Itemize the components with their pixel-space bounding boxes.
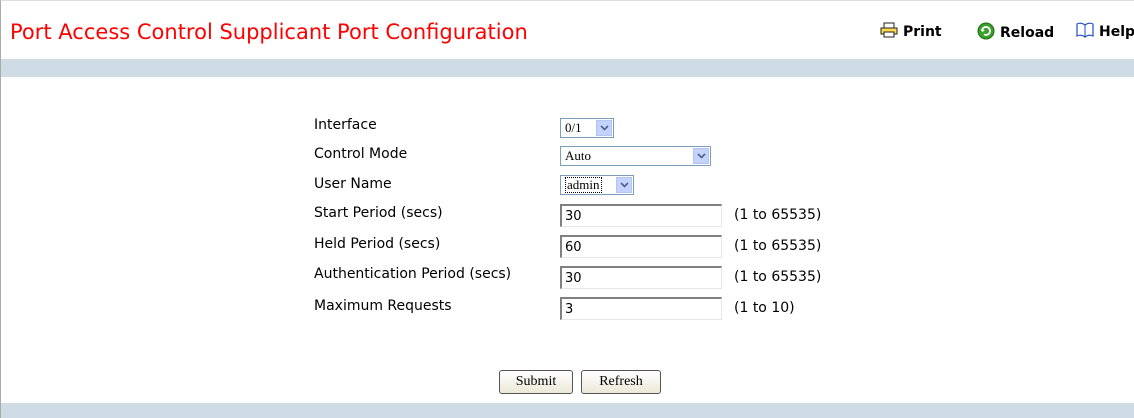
page-title: Port Access Control Supplicant Port Conf… [10, 20, 528, 44]
chevron-down-icon [616, 177, 632, 193]
auth-period-label: Authentication Period (secs) [314, 266, 512, 282]
user-name-label: User Name [314, 176, 392, 192]
reload-icon [977, 22, 995, 44]
auth-period-range: (1 to 65535) [734, 269, 822, 285]
held-period-range: (1 to 65535) [734, 238, 822, 254]
start-period-label: Start Period (secs) [314, 205, 443, 221]
header-band [1, 59, 1134, 77]
interface-label: Interface [314, 117, 377, 133]
held-period-label: Held Period (secs) [314, 236, 441, 252]
refresh-button[interactable]: Refresh [581, 370, 661, 394]
reload-label: Reload [1000, 25, 1055, 41]
user-name-value: admin [565, 177, 602, 193]
footer-band [1, 403, 1134, 418]
help-button[interactable]: Help [1076, 22, 1134, 42]
help-book-icon [1076, 22, 1094, 42]
page-frame: Port Access Control Supplicant Port Conf… [0, 0, 1134, 418]
control-mode-select[interactable]: Auto [560, 146, 711, 166]
control-mode-value: Auto [565, 148, 591, 163]
auth-period-input[interactable]: 30 [560, 266, 722, 289]
print-button[interactable]: Print [880, 22, 942, 42]
print-label: Print [903, 24, 942, 40]
interface-value: 0/1 [565, 120, 582, 135]
chevron-down-icon [693, 148, 709, 164]
help-label: Help [1099, 24, 1134, 40]
max-requests-input[interactable]: 3 [560, 297, 722, 320]
control-mode-label: Control Mode [314, 146, 408, 162]
max-requests-range: (1 to 10) [734, 300, 795, 316]
user-name-select[interactable]: admin [560, 175, 634, 195]
submit-button[interactable]: Submit [499, 370, 573, 394]
max-requests-label: Maximum Requests [314, 298, 452, 314]
interface-select[interactable]: 0/1 [560, 118, 614, 138]
printer-icon [880, 22, 898, 42]
reload-button[interactable]: Reload [977, 22, 1054, 44]
chevron-down-icon [596, 120, 612, 136]
start-period-input[interactable]: 30 [560, 204, 722, 227]
start-period-range: (1 to 65535) [734, 207, 822, 223]
held-period-input[interactable]: 60 [560, 235, 722, 258]
